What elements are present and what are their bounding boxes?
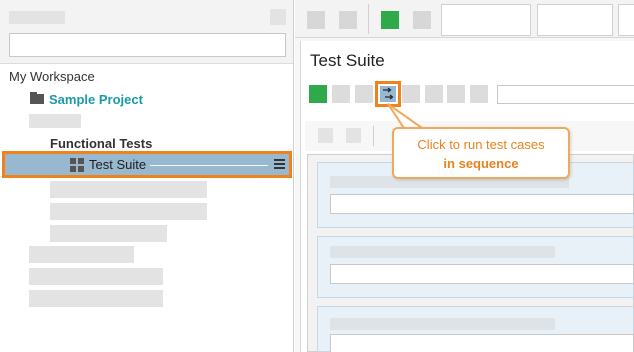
editor-toolbar-button[interactable] — [447, 85, 465, 103]
navigator-title-placeholder — [9, 11, 65, 24]
tree-item-placeholder[interactable] — [29, 246, 134, 263]
tree-item-placeholder[interactable] — [29, 268, 163, 285]
editor-toolbar-button[interactable] — [355, 85, 373, 103]
toolbar-button[interactable] — [307, 11, 325, 29]
tree-item-placeholder[interactable] — [29, 114, 81, 128]
test-case-field[interactable] — [330, 264, 634, 284]
page-title: Test Suite — [310, 51, 385, 70]
run-icon[interactable] — [381, 11, 399, 29]
test-suite-icon — [70, 158, 84, 172]
navigator-search-input[interactable] — [9, 33, 286, 57]
toolbar-divider — [368, 4, 369, 34]
tree-connector-line — [150, 165, 268, 166]
filter-input[interactable] — [497, 85, 634, 104]
tree-item-placeholder[interactable] — [29, 290, 163, 307]
workspace-node[interactable]: My Workspace — [9, 69, 95, 84]
callout-text-emphasis: in sequence — [443, 156, 519, 171]
test-case-title-placeholder — [330, 246, 555, 258]
test-case-title-placeholder — [330, 318, 555, 330]
tree-item-placeholder[interactable] — [50, 225, 167, 242]
toolbar-button[interactable] — [339, 11, 357, 29]
test-suite-node-label[interactable]: Test Suite — [89, 157, 146, 172]
callout-text: Click to run test cases — [417, 137, 545, 152]
folder-icon — [30, 92, 44, 104]
test-cases-toolbar-button[interactable] — [346, 128, 361, 143]
toolbar-button[interactable] — [413, 11, 431, 29]
project-node[interactable]: Sample Project — [49, 92, 143, 107]
test-case-field[interactable] — [330, 334, 634, 352]
tree-item-placeholder[interactable] — [50, 181, 207, 198]
navigator-collapse-button[interactable] — [270, 9, 286, 25]
test-case-field[interactable] — [330, 194, 634, 214]
editor-toolbar-button[interactable] — [332, 85, 350, 103]
toolbar-field[interactable] — [618, 4, 634, 36]
functional-tests-node[interactable]: Functional Tests — [50, 136, 152, 151]
callout-tooltip: Click to run test cases in sequence — [392, 127, 570, 179]
tree-item-placeholder[interactable] — [50, 203, 207, 220]
toolbar-field[interactable] — [441, 4, 531, 36]
test-cases-toolbar-button[interactable] — [318, 128, 333, 143]
editor-toolbar-button[interactable] — [470, 85, 488, 103]
run-icon[interactable] — [309, 85, 327, 103]
hamburger-menu-icon[interactable] — [274, 159, 285, 169]
toolbar-divider — [373, 126, 374, 146]
toolbar-field[interactable] — [537, 4, 613, 36]
